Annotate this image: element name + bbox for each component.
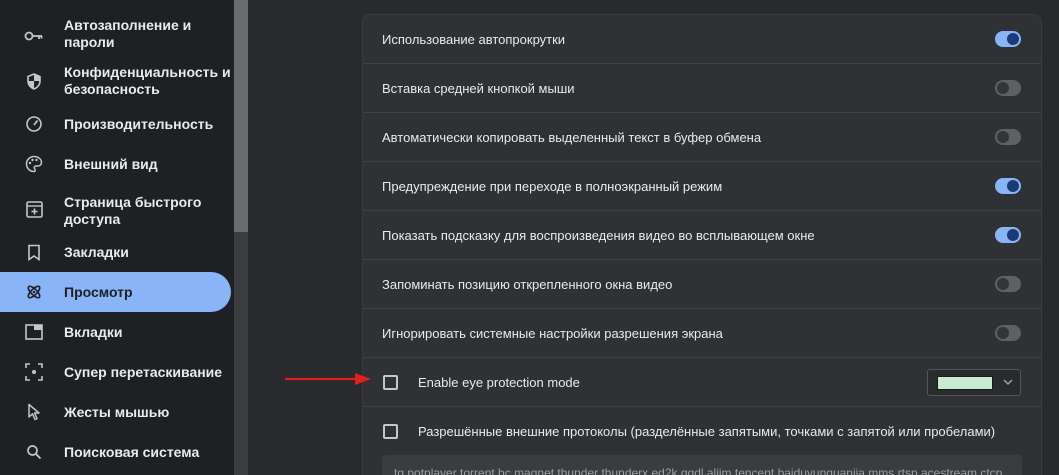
setting-row-copy-selection: Автоматически копировать выделенный текс… xyxy=(363,113,1041,162)
browsing-settings-card: Использование автопрокрутки Вставка сред… xyxy=(362,14,1042,475)
eye-protection-color-select[interactable] xyxy=(927,369,1021,396)
sidebar-item-search-engine[interactable]: Поисковая система xyxy=(0,432,231,472)
tab-icon xyxy=(24,322,44,342)
sidebar-item-label: Вкладки xyxy=(64,324,123,340)
sidebar-item-super-drag[interactable]: Супер перетаскивание xyxy=(0,352,231,392)
sidebar-item-performance[interactable]: Производительность xyxy=(0,104,231,144)
middle-click-paste-toggle[interactable] xyxy=(995,80,1021,96)
setting-label: Разрешённые внешние протоколы (разделённ… xyxy=(418,424,996,439)
sidebar-item-label: безопасность xyxy=(64,81,160,97)
setting-row-external-protocols: Разрешённые внешние протоколы (разделённ… xyxy=(363,407,1041,456)
key-icon xyxy=(24,26,44,46)
cursor-icon xyxy=(24,402,44,422)
setting-label: Предупреждение при переходе в полноэкран… xyxy=(382,179,723,194)
sidebar-item-label: Поисковая система xyxy=(64,444,200,460)
sidebar-item-autofill[interactable]: Автозаполнение и пароли xyxy=(0,12,231,60)
external-protocols-input[interactable]: tg potplayer torrent bc magnet thunder t… xyxy=(382,455,1022,475)
remember-pip-position-toggle[interactable] xyxy=(995,276,1021,292)
sidebar-item-appearance[interactable]: Внешний вид xyxy=(0,144,231,184)
sidebar-item-bookmarks[interactable]: Закладки xyxy=(0,232,231,272)
setting-row-fullscreen-warning: Предупреждение при переходе в полноэкран… xyxy=(363,162,1041,211)
autoscroll-toggle[interactable] xyxy=(995,31,1021,47)
new-tab-page-icon xyxy=(24,199,44,219)
external-protocols-checkbox[interactable] xyxy=(383,424,398,439)
palette-icon xyxy=(24,154,44,174)
sidebar-item-new-tab-page[interactable]: Страница быстрого доступа xyxy=(0,186,231,232)
shield-icon xyxy=(24,71,44,91)
setting-row-autoscroll: Использование автопрокрутки xyxy=(363,15,1041,64)
sidebar-item-label: Внешний вид xyxy=(64,156,158,172)
setting-row-pip-hint: Показать подсказку для воспроизведения в… xyxy=(363,211,1041,260)
setting-row-ignore-system-dpi: Игнорировать системные настройки разреше… xyxy=(363,309,1041,358)
sidebar-item-label: Производительность xyxy=(64,116,214,132)
setting-label: Автоматически копировать выделенный текс… xyxy=(382,130,762,145)
scrollbar-thumb[interactable] xyxy=(234,0,248,232)
sidebar-item-label: Супер перетаскивание xyxy=(64,364,223,380)
speedometer-icon xyxy=(24,114,44,134)
fullscreen-warning-toggle[interactable] xyxy=(995,178,1021,194)
setting-row-middle-click-paste: Вставка средней кнопкой мыши xyxy=(363,64,1041,113)
setting-label: Использование автопрокрутки xyxy=(382,32,566,47)
annotation-arrow-icon xyxy=(285,373,371,385)
sidebar-item-label: пароли xyxy=(64,34,115,50)
settings-sidebar: Автозаполнение и пароли Конфиденциальнос… xyxy=(0,0,234,475)
sidebar-item-privacy[interactable]: Конфиденциальность и безопасность xyxy=(0,60,231,102)
protocols-value: tg potplayer torrent bc magnet thunder t… xyxy=(394,466,1003,475)
setting-row-eye-protection: Enable eye protection mode xyxy=(363,358,1041,407)
drag-focus-icon xyxy=(24,362,44,382)
pip-hint-toggle[interactable] xyxy=(995,227,1021,243)
chevron-down-icon xyxy=(1002,375,1014,394)
color-swatch xyxy=(937,376,993,390)
sidebar-item-label: Страница быстрого xyxy=(64,194,202,210)
sidebar-item-label: Просмотр xyxy=(64,284,133,300)
sidebar-item-label: Автозаполнение и xyxy=(64,17,192,33)
setting-label: Игнорировать системные настройки разреше… xyxy=(382,326,723,341)
bookmark-icon xyxy=(24,242,44,262)
sidebar-item-tabs[interactable]: Вкладки xyxy=(0,312,231,352)
setting-label: Enable eye protection mode xyxy=(418,375,580,390)
atom-icon xyxy=(24,282,44,302)
ignore-system-dpi-toggle[interactable] xyxy=(995,325,1021,341)
setting-label: Запоминать позицию открепленного окна ви… xyxy=(382,277,673,292)
setting-row-remember-pip-position: Запоминать позицию открепленного окна ви… xyxy=(363,260,1041,309)
sidebar-scrollbar[interactable] xyxy=(234,0,248,475)
eye-protection-checkbox[interactable] xyxy=(383,375,398,390)
sidebar-item-mouse-gestures[interactable]: Жесты мышью xyxy=(0,392,231,432)
sidebar-item-label: Конфиденциальность и xyxy=(64,64,231,80)
setting-label: Вставка средней кнопкой мыши xyxy=(382,81,575,96)
sidebar-item-browsing[interactable]: Просмотр xyxy=(0,272,231,312)
sidebar-item-label: Закладки xyxy=(64,244,129,260)
sidebar-item-label: Жесты мышью xyxy=(64,404,170,420)
setting-label: Показать подсказку для воспроизведения в… xyxy=(382,228,815,243)
copy-selection-toggle[interactable] xyxy=(995,129,1021,145)
search-icon xyxy=(24,442,44,462)
sidebar-item-label: доступа xyxy=(64,211,121,227)
